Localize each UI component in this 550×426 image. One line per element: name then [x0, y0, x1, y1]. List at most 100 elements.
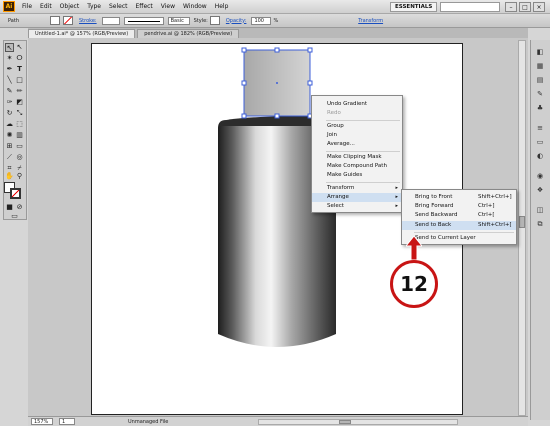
menu-effect[interactable]: Effect — [132, 3, 157, 10]
screen-mode-icon[interactable]: ▭ — [10, 212, 19, 221]
appearance-panel-icon[interactable]: ◉ — [535, 172, 545, 181]
menu-item-join[interactable]: Join — [312, 131, 402, 140]
bring-forward-label: Bring Forward — [415, 203, 454, 209]
style-label: Style: — [193, 17, 208, 24]
menu-item-group[interactable]: Group — [312, 122, 402, 131]
zoom-level-field[interactable]: 157% — [31, 418, 53, 425]
type-tool-icon[interactable]: T — [15, 65, 24, 74]
submenu-item-send-to-back[interactable]: Send to Back Shift+Ctrl+[ — [402, 221, 516, 230]
fill-swatch[interactable] — [50, 16, 60, 25]
send-backward-shortcut: Ctrl+[ — [478, 212, 495, 218]
horizontal-scrollbar[interactable] — [258, 419, 458, 425]
menu-item-make-clipping-mask[interactable]: Make Clipping Mask — [312, 153, 402, 162]
artboard-navigator[interactable]: 1 — [59, 418, 75, 425]
symbols-panel-icon[interactable]: ♣ — [535, 104, 545, 113]
submenu-item-bring-to-front[interactable]: Bring to Front Shift+Ctrl+] — [402, 193, 516, 202]
menu-file[interactable]: File — [18, 3, 36, 10]
color-mode-icon[interactable]: ■ — [5, 203, 14, 212]
stroke-box[interactable] — [10, 188, 21, 199]
workspace-switcher[interactable]: ESSENTIALS — [390, 2, 438, 12]
scale-tool-icon[interactable]: ⤡ — [15, 109, 24, 118]
graphic-style-swatch[interactable] — [209, 16, 220, 25]
warp-tool-icon[interactable]: ☁ — [5, 120, 14, 129]
vertical-scrollbar[interactable] — [518, 40, 526, 416]
tab-pendrive[interactable]: pendrive.ai @ 182% (RGB/Preview) — [137, 29, 240, 38]
graph-tool-icon[interactable]: ▥ — [15, 131, 24, 140]
artboards-panel-icon[interactable]: ⧉ — [535, 220, 545, 229]
close-button[interactable]: × — [533, 2, 545, 12]
color-guide-panel-icon[interactable]: ▦ — [535, 62, 545, 71]
zoom-tool-icon[interactable]: ⚲ — [15, 172, 24, 181]
menu-window[interactable]: Window — [179, 3, 211, 10]
transparency-panel-icon[interactable]: ◐ — [535, 152, 545, 161]
vertical-scroll-thumb[interactable] — [519, 216, 525, 228]
hand-tool-icon[interactable]: ✋ — [5, 172, 14, 181]
rectangle-tool-icon[interactable]: □ — [15, 76, 24, 85]
none-mode-icon[interactable]: ⊘ — [15, 203, 24, 212]
menu-help[interactable]: Help — [211, 3, 233, 10]
menu-item-make-compound-path[interactable]: Make Compound Path — [312, 162, 402, 171]
gradient-panel-icon[interactable]: ▭ — [535, 138, 545, 147]
stroke-link[interactable]: Stroke: — [79, 18, 97, 24]
menu-separator — [414, 232, 514, 233]
menu-item-select[interactable]: Select ▸ — [312, 202, 402, 211]
menu-edit[interactable]: Edit — [36, 3, 56, 10]
menu-item-transform[interactable]: Transform ▸ — [312, 184, 402, 193]
fill-stroke-widget[interactable] — [4, 182, 22, 200]
menu-item-make-guides[interactable]: Make Guides — [312, 171, 402, 180]
eraser-tool-icon[interactable]: ◩ — [15, 98, 24, 107]
magic-wand-tool-icon[interactable]: ✶ — [5, 54, 14, 63]
variable-width-profile[interactable] — [123, 16, 164, 25]
stroke-weight-field[interactable] — [101, 16, 120, 25]
menu-item-arrange[interactable]: Arrange ▸ — [312, 193, 402, 202]
menu-object[interactable]: Object — [56, 3, 84, 10]
swatches-panel-icon[interactable]: ▤ — [535, 76, 545, 85]
direct-selection-tool-icon[interactable]: ↖ — [15, 43, 24, 52]
illustrator-logo: Ai — [3, 1, 15, 12]
tab-untitled-1[interactable]: Untitled-1.ai* @ 157% (RGB/Preview) — [28, 29, 136, 38]
opacity-link[interactable]: Opacity: — [226, 18, 247, 24]
send-to-current-layer-label: Send to Current Layer — [415, 235, 476, 241]
stroke-swatch[interactable] — [63, 16, 73, 25]
selection-tool-icon[interactable]: ↖ — [5, 43, 14, 52]
blend-tool-icon[interactable]: ◎ — [15, 153, 24, 162]
brush-definition[interactable]: Basic — [167, 16, 190, 25]
submenu-item-send-backward[interactable]: Send Backward Ctrl+[ — [402, 211, 516, 220]
mesh-tool-icon[interactable]: ⊞ — [5, 142, 14, 151]
menu-item-undo-gradient[interactable]: Undo Gradient — [312, 100, 402, 109]
transform-link[interactable]: Transform — [358, 18, 383, 24]
maximize-button[interactable]: □ — [519, 2, 531, 12]
illustrator-window: Ai File Edit Object Type Select Effect V… — [0, 0, 550, 426]
layers-panel-icon[interactable]: ◫ — [535, 206, 545, 215]
pen-tool-icon[interactable]: ✒ — [5, 65, 14, 74]
menu-item-average[interactable]: Average... — [312, 140, 402, 149]
eyedropper-tool-icon[interactable]: ⟋ — [5, 153, 14, 162]
help-search-input[interactable] — [440, 2, 500, 12]
send-backward-label: Send Backward — [415, 212, 458, 218]
free-transform-tool-icon[interactable]: ⬚ — [15, 120, 24, 129]
document-tab-bar: Untitled-1.ai* @ 157% (RGB/Preview) pend… — [28, 28, 528, 38]
graphic-styles-panel-icon[interactable]: ❖ — [535, 186, 545, 195]
menu-item-arrange-label: Arrange — [327, 194, 349, 200]
send-to-back-shortcut: Shift+Ctrl+[ — [478, 222, 512, 228]
menu-type[interactable]: Type — [83, 3, 105, 10]
paintbrush-tool-icon[interactable]: ✎ — [5, 87, 14, 96]
brushes-panel-icon[interactable]: ✎ — [535, 90, 545, 99]
gradient-tool-icon[interactable]: ▭ — [15, 142, 24, 151]
rotate-tool-icon[interactable]: ↻ — [5, 109, 14, 118]
menu-view[interactable]: View — [157, 3, 179, 10]
color-panel-icon[interactable]: ◧ — [535, 48, 545, 57]
stroke-panel-icon[interactable]: ≡ — [535, 124, 545, 133]
lasso-tool-icon[interactable]: ⵔ — [15, 54, 24, 63]
pencil-tool-icon[interactable]: ✏ — [15, 87, 24, 96]
opacity-field[interactable]: 100 — [251, 16, 272, 25]
symbol-sprayer-tool-icon[interactable]: ✺ — [5, 131, 14, 140]
selection-type-label: Path — [8, 17, 19, 24]
line-tool-icon[interactable]: ╲ — [5, 76, 14, 85]
blob-brush-tool-icon[interactable]: ✑ — [5, 98, 14, 107]
step-number-badge: 12 — [390, 260, 438, 308]
menu-select[interactable]: Select — [105, 3, 132, 10]
minimize-button[interactable]: – — [505, 2, 517, 12]
horizontal-scroll-thumb[interactable] — [339, 420, 351, 424]
submenu-item-bring-forward[interactable]: Bring Forward Ctrl+] — [402, 202, 516, 211]
